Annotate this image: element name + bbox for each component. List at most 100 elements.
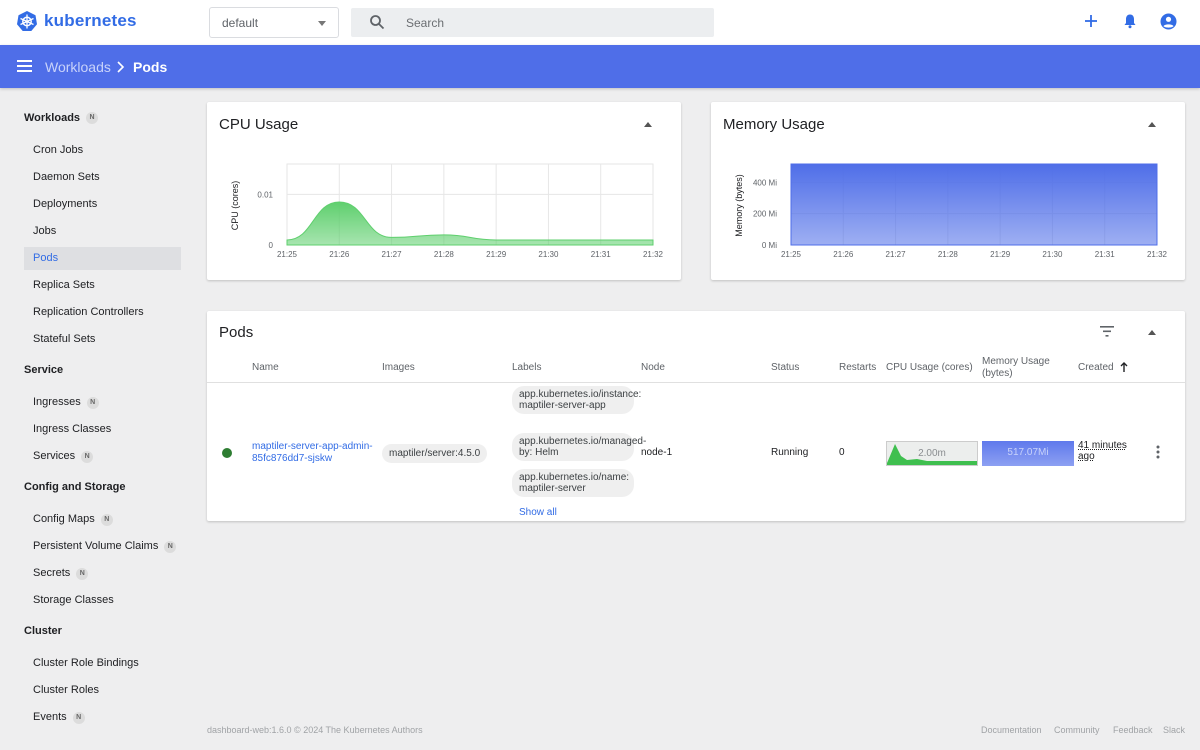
sidebar-item-cluster-role-bindings[interactable]: Cluster Role Bindings bbox=[24, 652, 181, 675]
col-header-status[interactable]: Status bbox=[771, 362, 799, 374]
search-placeholder: Search bbox=[406, 16, 445, 30]
pods-card-title: Pods bbox=[219, 324, 254, 341]
sidebar-item-pods[interactable]: Pods bbox=[24, 247, 181, 270]
x-tick-label: 21:30 bbox=[538, 250, 559, 259]
sidebar-item-ingresses[interactable]: Ingresses N bbox=[24, 391, 181, 414]
dropdown-arrow-icon bbox=[318, 21, 326, 26]
memory-usage-chart: 21:25 21:26 21:27 21:28 21:29 21:30 21:31 21:32… bbox=[734, 163, 1168, 259]
pod-name-link[interactable]: maptiler-server-app-admin-85fc876dd7-sjs… bbox=[252, 441, 380, 465]
add-icon[interactable] bbox=[1083, 13, 1099, 29]
x-tick-label: 21:26 bbox=[833, 250, 854, 259]
x-tick-label: 21:32 bbox=[1147, 250, 1168, 259]
col-header-name[interactable]: Name bbox=[252, 362, 279, 374]
sidebar-section-label: Config and Storage bbox=[24, 481, 126, 493]
footer-link-community[interactable]: Community bbox=[1054, 725, 1100, 735]
label-chip: app.kubernetes.io/name: maptiler-server bbox=[512, 469, 634, 497]
search-bar[interactable]: Search bbox=[351, 8, 714, 37]
sidebar-item-label: Deployments bbox=[33, 198, 98, 210]
x-tick-label: 21:31 bbox=[1095, 250, 1116, 259]
sidebar-item-label: Pods bbox=[33, 252, 59, 264]
sidebar-nav: Workloads N Cron Jobs Daemon Sets Deploy… bbox=[0, 88, 195, 750]
pods-card: Pods Name Images Labels Node Status Rest… bbox=[207, 311, 1185, 521]
sidebar-item-label: Replica Sets bbox=[33, 279, 95, 291]
sidebar-item-replica-sets[interactable]: Replica Sets bbox=[24, 274, 181, 297]
status-value: Running bbox=[771, 447, 809, 458]
new-badge: N bbox=[86, 112, 99, 124]
sidebar-item-cron-jobs[interactable]: Cron Jobs bbox=[24, 139, 181, 162]
y-axis-label: Memory (bytes) bbox=[734, 174, 744, 237]
memory-usage-card: Memory Usage 21:25 21:26 21:27 21:28 21:29 21… bbox=[711, 102, 1185, 280]
sidebar-section-workloads[interactable]: Workloads N bbox=[24, 112, 99, 124]
sidebar-section-config-storage[interactable]: Config and Storage bbox=[24, 481, 125, 493]
sidebar-item-label: Storage Classes bbox=[33, 594, 114, 606]
restarts-value: 0 bbox=[839, 447, 845, 458]
kubernetes-logo[interactable]: kubernetes bbox=[16, 10, 137, 32]
breadcrumb-current: Pods bbox=[133, 59, 168, 75]
breadcrumb-bar: Workloads Pods bbox=[0, 45, 1200, 88]
namespace-select[interactable]: default bbox=[209, 7, 339, 38]
col-header-memory[interactable]: Memory Usage (bytes) bbox=[982, 356, 1062, 380]
sidebar-item-storage-classes[interactable]: Storage Classes bbox=[24, 589, 181, 612]
series-area bbox=[286, 201, 654, 246]
menu-icon[interactable] bbox=[17, 60, 32, 72]
app-name: kubernetes bbox=[44, 11, 137, 30]
collapse-arrow-icon[interactable] bbox=[1148, 330, 1156, 335]
sidebar-item-replication-controllers[interactable]: Replication Controllers bbox=[24, 301, 181, 324]
sidebar-item-services[interactable]: Services N bbox=[24, 445, 181, 468]
col-header-labels: Labels bbox=[512, 362, 542, 373]
more-vert-icon[interactable] bbox=[1156, 445, 1160, 459]
cpu-usage-card: CPU Usage 21:25 21:26 21:27 21:28 21:29 21:30… bbox=[207, 102, 681, 280]
x-tick-label: 21:26 bbox=[329, 250, 350, 259]
footer-link-slack[interactable]: Slack bbox=[1163, 725, 1185, 735]
y-axis-label: CPU (cores) bbox=[230, 181, 240, 231]
show-all-labels-link[interactable]: Show all bbox=[519, 507, 557, 518]
sidebar-item-label: Cluster Role Bindings bbox=[33, 657, 139, 669]
cpu-usage-value: 2.00m bbox=[918, 448, 946, 459]
x-tick-label: 21:28 bbox=[938, 250, 959, 259]
sidebar-item-ingress-classes[interactable]: Ingress Classes bbox=[24, 418, 181, 441]
sidebar-item-cluster-roles[interactable]: Cluster Roles bbox=[24, 679, 181, 702]
sidebar-item-daemon-sets[interactable]: Daemon Sets bbox=[24, 166, 181, 189]
col-header-restarts[interactable]: Restarts bbox=[839, 362, 876, 374]
top-bar: kubernetes default Search bbox=[0, 0, 1200, 45]
sidebar-section-label: Service bbox=[24, 364, 64, 376]
sidebar-item-events[interactable]: Events N bbox=[24, 706, 181, 729]
sidebar-item-label: Ingress Classes bbox=[33, 423, 112, 435]
sidebar-item-stateful-sets[interactable]: Stateful Sets bbox=[24, 328, 181, 351]
sidebar-item-label: Replication Controllers bbox=[33, 306, 144, 318]
sort-arrow-up-icon bbox=[1120, 362, 1128, 372]
sidebar-item-label: Daemon Sets bbox=[33, 171, 100, 183]
x-tick-label: 21:29 bbox=[990, 250, 1011, 259]
account-circle-icon[interactable] bbox=[1160, 13, 1177, 30]
sidebar-item-persistent-volume-claims[interactable]: Persistent Volume Claims N bbox=[24, 535, 181, 558]
image-chip: maptiler/server:4.5.0 bbox=[382, 444, 488, 463]
y-tick-label: 0.01 bbox=[257, 190, 273, 199]
filter-icon[interactable] bbox=[1100, 326, 1114, 337]
sidebar-item-deployments[interactable]: Deployments bbox=[24, 193, 181, 216]
breadcrumb-workloads-link[interactable]: Workloads bbox=[45, 59, 111, 75]
sidebar-section-service[interactable]: Service bbox=[24, 364, 63, 376]
sidebar-section-cluster[interactable]: Cluster bbox=[24, 625, 62, 637]
footer-link-feedback[interactable]: Feedback bbox=[1113, 725, 1153, 735]
sidebar-item-secrets[interactable]: Secrets N bbox=[24, 562, 181, 585]
x-tick-label: 21:30 bbox=[1042, 250, 1063, 259]
status-running-icon bbox=[222, 448, 232, 458]
sidebar-section-label: Workloads bbox=[24, 112, 81, 124]
x-tick-label: 21:27 bbox=[886, 250, 907, 259]
new-badge: N bbox=[72, 711, 85, 724]
notifications-bell-icon[interactable] bbox=[1122, 13, 1138, 29]
col-header-cpu[interactable]: CPU Usage (cores) bbox=[886, 362, 973, 374]
sidebar-item-config-maps[interactable]: Config Maps N bbox=[24, 508, 181, 531]
sidebar-item-label: Ingresses bbox=[33, 396, 81, 408]
x-tick-label: 21:28 bbox=[434, 250, 455, 259]
chevron-right-icon bbox=[117, 61, 125, 73]
col-header-created[interactable]: Created bbox=[1078, 362, 1114, 374]
memory-sparkline: 517.07Mi bbox=[982, 441, 1074, 466]
col-header-node[interactable]: Node bbox=[641, 362, 665, 374]
x-tick-label: 21:25 bbox=[781, 250, 802, 259]
label-chip: app.kubernetes.io/instance: maptiler-ser… bbox=[512, 386, 641, 414]
sidebar-item-label: Cron Jobs bbox=[33, 144, 84, 156]
sidebar-item-jobs[interactable]: Jobs bbox=[24, 220, 181, 243]
x-tick-label: 21:27 bbox=[382, 250, 403, 259]
footer-link-documentation[interactable]: Documentation bbox=[981, 725, 1042, 735]
